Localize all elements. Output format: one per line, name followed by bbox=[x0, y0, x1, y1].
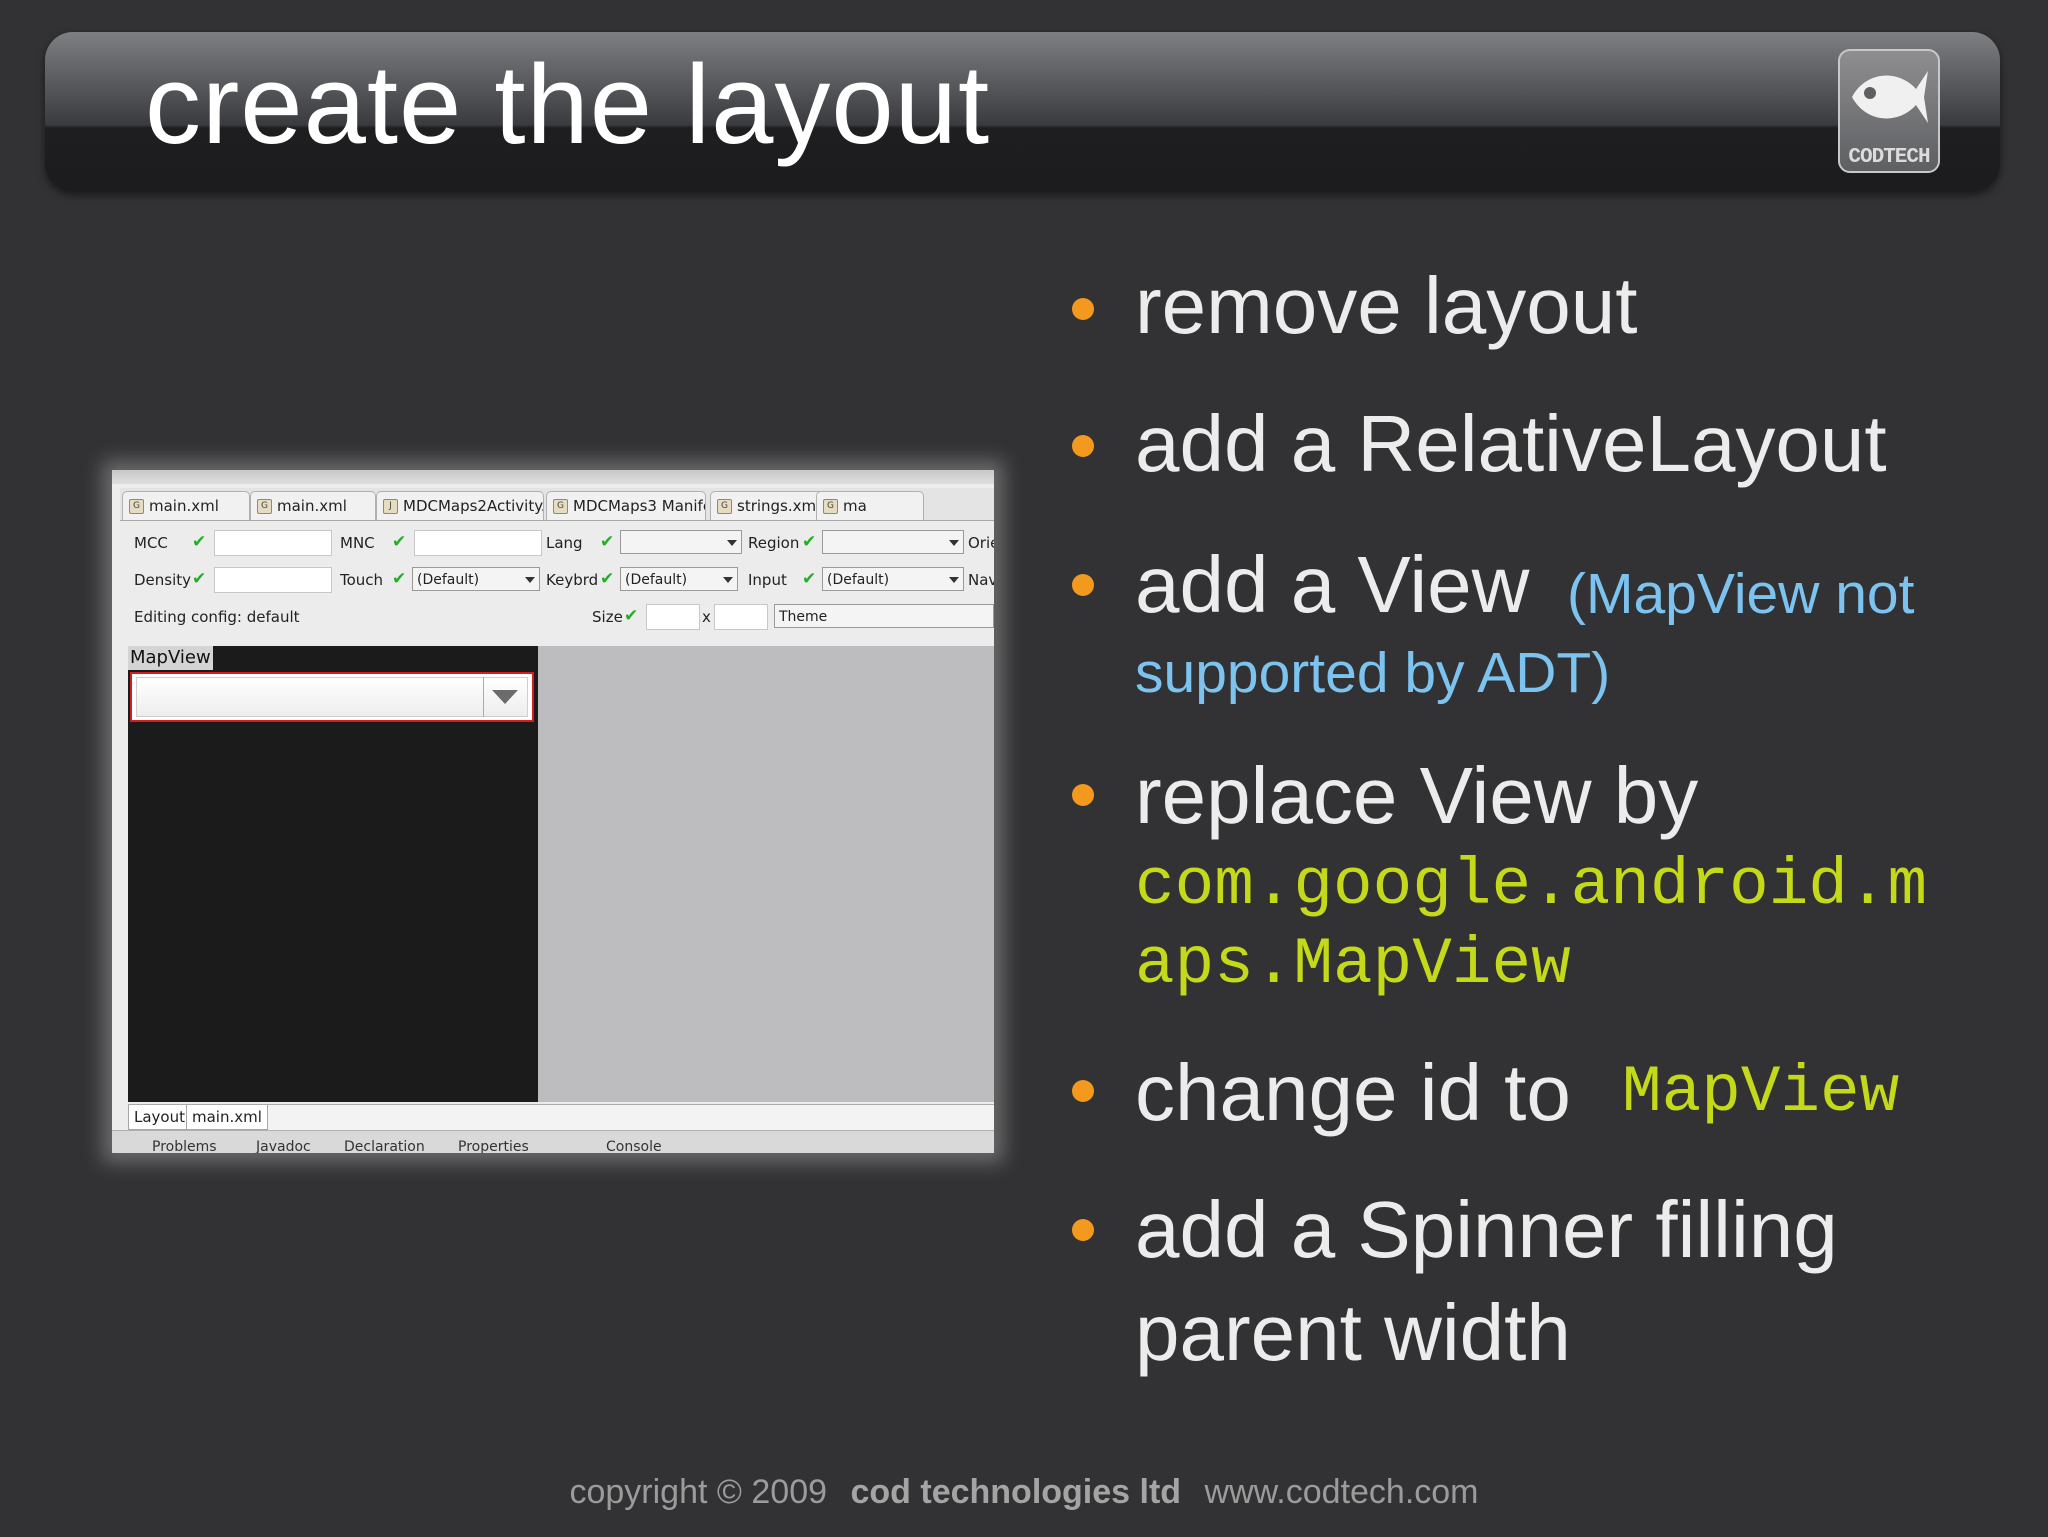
company-name: cod technologies ltd bbox=[850, 1473, 1182, 1511]
codtech-logo: CODTECH bbox=[1838, 49, 1940, 173]
spinner-widget[interactable] bbox=[130, 672, 534, 722]
id-value: MapView bbox=[1622, 1055, 1900, 1130]
bullet-dot bbox=[1072, 574, 1094, 596]
bullet-remove-layout: remove layout bbox=[1135, 261, 1638, 350]
region-label: Region bbox=[748, 534, 800, 552]
chevron-down-icon bbox=[727, 540, 737, 546]
title-bar: create the layout CODTECH bbox=[45, 32, 2000, 192]
keybrd-select[interactable]: (Default) bbox=[620, 567, 738, 591]
tab-main-xml-2[interactable]: Gmain.xml bbox=[250, 491, 376, 520]
lang-select[interactable] bbox=[620, 530, 742, 554]
java-file-icon: J bbox=[383, 499, 398, 514]
tab-javadoc[interactable]: Javadoc bbox=[256, 1139, 311, 1153]
bullet-add-view: add a View bbox=[1135, 540, 1530, 629]
tab-properties[interactable]: Properties bbox=[458, 1139, 529, 1153]
tab-main-xml[interactable]: Gmain.xml bbox=[122, 491, 250, 520]
dropdown-arrow-icon bbox=[492, 690, 518, 704]
bullet-dot bbox=[1072, 784, 1094, 806]
lang-label: Lang bbox=[546, 534, 583, 552]
canvas-background bbox=[538, 646, 994, 1102]
check-icon: ✔ bbox=[392, 532, 407, 552]
check-icon: ✔ bbox=[802, 569, 817, 589]
chevron-down-icon bbox=[949, 540, 959, 546]
region-select[interactable] bbox=[822, 530, 964, 554]
spinner-divider bbox=[483, 677, 484, 717]
bullet-dot bbox=[1072, 1219, 1094, 1241]
check-icon: ✔ bbox=[624, 606, 639, 626]
tab-truncated[interactable]: Gma bbox=[816, 491, 924, 520]
bullet-dot bbox=[1072, 298, 1094, 320]
editing-config-label: Editing config: default bbox=[134, 608, 300, 626]
tab-console[interactable]: Console bbox=[606, 1139, 662, 1153]
slide-title: create the layout bbox=[145, 42, 991, 167]
check-icon: ✔ bbox=[392, 569, 407, 589]
fish-icon bbox=[1852, 71, 1928, 123]
theme-select[interactable]: Theme bbox=[774, 604, 994, 628]
mcc-field[interactable] bbox=[214, 530, 332, 556]
tab-main-xml-source[interactable]: main.xml bbox=[186, 1105, 268, 1130]
size-height-field[interactable] bbox=[714, 604, 768, 630]
check-icon: ✔ bbox=[600, 532, 615, 552]
bullet-dot bbox=[1072, 1080, 1094, 1102]
check-icon: ✔ bbox=[192, 532, 207, 552]
mapview-note-line2: supported by ADT) bbox=[1135, 641, 1611, 705]
xml-file-icon: G bbox=[717, 499, 732, 514]
editor-bottom-tabs: Layout main.xml bbox=[128, 1104, 994, 1131]
website: www.codtech.com bbox=[1204, 1473, 1479, 1511]
tab-activity-java[interactable]: JMDCMaps2Activity.jav bbox=[376, 491, 544, 520]
editor-tabs: Gmain.xml Gmain.xml JMDCMaps2Activity.ja… bbox=[120, 488, 994, 521]
xml-file-icon: G bbox=[553, 499, 568, 514]
density-label: Density bbox=[134, 571, 192, 589]
classname-line1: com.google.android.m bbox=[1135, 848, 1928, 923]
chevron-down-icon bbox=[723, 577, 733, 583]
tab-manifest[interactable]: GMDCMaps3 Manifest bbox=[546, 491, 706, 520]
orientation-label: Orie bbox=[968, 534, 994, 552]
bullet-replace-view: replace View by bbox=[1135, 751, 1699, 840]
toolbar-strip bbox=[112, 470, 994, 484]
bullet-dot bbox=[1072, 435, 1094, 457]
tab-problems[interactable]: Problems bbox=[152, 1139, 217, 1153]
xml-file-icon: G bbox=[823, 499, 838, 514]
keybrd-label: Keybrd bbox=[546, 571, 599, 589]
classname-line2: aps.MapView bbox=[1135, 927, 1571, 1002]
touch-select[interactable]: (Default) bbox=[412, 567, 540, 591]
xml-file-icon: G bbox=[129, 499, 144, 514]
chevron-down-icon bbox=[949, 577, 959, 583]
mapview-note-line1: (MapView not bbox=[1567, 562, 1915, 626]
nav-label: Nav bbox=[968, 571, 994, 589]
xml-file-icon: G bbox=[257, 499, 272, 514]
tab-layout[interactable]: Layout bbox=[128, 1105, 191, 1130]
mnc-label: MNC bbox=[340, 534, 375, 552]
chevron-down-icon bbox=[525, 577, 535, 583]
eclipse-screenshot: Gmain.xml Gmain.xml JMDCMaps2Activity.ja… bbox=[112, 470, 994, 1153]
bullet-add-relativelayout: add a RelativeLayout bbox=[1135, 399, 1887, 488]
check-icon: ✔ bbox=[600, 569, 615, 589]
views-tab-strip: Problems Javadoc Declaration Properties … bbox=[112, 1130, 994, 1153]
size-x-label: x bbox=[702, 608, 711, 626]
size-width-field[interactable] bbox=[646, 604, 700, 630]
logo-text: CODTECH bbox=[1848, 146, 1930, 169]
input-label: Input bbox=[748, 571, 787, 589]
mcc-label: MCC bbox=[134, 534, 168, 552]
spinner-body bbox=[136, 677, 528, 717]
check-icon: ✔ bbox=[802, 532, 817, 552]
touch-label: Touch bbox=[340, 571, 384, 589]
tab-declaration[interactable]: Declaration bbox=[344, 1139, 425, 1153]
bullet-change-id: change id to bbox=[1135, 1048, 1571, 1137]
bullet-add-spinner-line2: parent width bbox=[1135, 1288, 1571, 1377]
footer: copyright © 2009 cod technologies ltd ww… bbox=[0, 1473, 2048, 1512]
density-field[interactable] bbox=[214, 567, 332, 593]
input-select[interactable]: (Default) bbox=[822, 567, 964, 591]
mapview-placeholder-label[interactable]: MapView bbox=[128, 646, 213, 670]
copyright: copyright © 2009 bbox=[569, 1473, 828, 1511]
bullet-add-spinner-line1: add a Spinner filling bbox=[1135, 1185, 1838, 1274]
check-icon: ✔ bbox=[192, 569, 207, 589]
size-label: Size bbox=[592, 608, 623, 626]
mnc-field[interactable] bbox=[414, 530, 542, 556]
